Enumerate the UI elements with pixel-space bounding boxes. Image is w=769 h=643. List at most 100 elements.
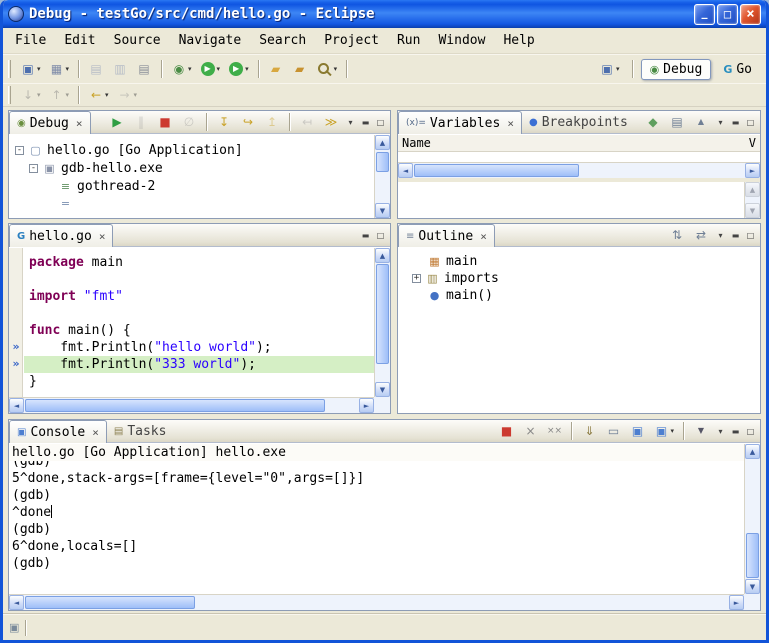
- scroll-left-button[interactable]: ◄: [9, 595, 24, 610]
- dropdown-arrow-icon[interactable]: ▾: [105, 91, 109, 99]
- scroll-thumb[interactable]: [25, 596, 195, 609]
- editor-ruler[interactable]: »»: [9, 248, 23, 397]
- dropdown-arrow-icon[interactable]: ▾: [37, 91, 41, 99]
- debug-vertical-scrollbar[interactable]: ▲ ▼: [374, 135, 390, 218]
- run-button[interactable]: ▶▾: [197, 58, 224, 80]
- close-icon[interactable]: ×: [480, 230, 487, 243]
- minimize-view-icon[interactable]: ▬: [358, 115, 373, 129]
- breakpoint-icon[interactable]: »: [9, 340, 23, 353]
- code-area[interactable]: package main import "fmt" func main() { …: [24, 248, 374, 397]
- tab-hello-go[interactable]: G hello.go ×: [9, 224, 113, 247]
- minimize-view-icon[interactable]: ▬: [728, 424, 743, 438]
- step-into-button[interactable]: ↧: [213, 111, 235, 133]
- maximize-view-icon[interactable]: □: [373, 228, 388, 242]
- dropdown-arrow-icon[interactable]: ▾: [66, 65, 70, 73]
- menu-edit[interactable]: Edit: [55, 31, 104, 50]
- terminate-button[interactable]: ■: [495, 420, 517, 442]
- scroll-down-button[interactable]: ▼: [375, 203, 390, 218]
- open-console-button[interactable]: ▣▾: [650, 420, 677, 442]
- link-with-editor-button[interactable]: ⇄: [690, 224, 712, 246]
- dropdown-arrow-icon[interactable]: ▾: [66, 91, 70, 99]
- tree-item[interactable]: ▦main: [406, 253, 760, 270]
- view-menu-icon[interactable]: ▾: [713, 115, 728, 129]
- back-button[interactable]: ←▾: [85, 84, 112, 106]
- run-last-tool-button[interactable]: ▶▾: [225, 58, 252, 80]
- perspective-debug-button[interactable]: ◉ Debug: [641, 59, 712, 80]
- toolbar-grip[interactable]: [8, 86, 11, 104]
- tree-item[interactable]: +▥imports: [406, 270, 760, 287]
- column-value-partial[interactable]: V: [749, 136, 756, 150]
- title-bar[interactable]: Debug - testGo/src/cmd/hello.go - Eclips…: [3, 0, 766, 28]
- scroll-up-button[interactable]: ▲: [745, 444, 760, 459]
- scroll-down-button[interactable]: ▼: [375, 382, 390, 397]
- pin-console-button[interactable]: ▼: [690, 420, 712, 442]
- tree-item[interactable]: ≡: [9, 195, 373, 205]
- remove-all-launches-button[interactable]: ××: [543, 420, 565, 442]
- tab-console[interactable]: ▣ Console ×: [9, 420, 107, 443]
- resume-button[interactable]: ▶: [106, 111, 128, 133]
- terminate-button[interactable]: ■: [154, 111, 176, 133]
- dropdown-arrow-icon[interactable]: ▾: [188, 65, 192, 73]
- fast-view-icon[interactable]: ▣: [9, 621, 19, 634]
- show-type-names-button[interactable]: ▤: [666, 111, 688, 133]
- scroll-thumb[interactable]: [376, 264, 389, 364]
- scroll-right-button[interactable]: ►: [745, 163, 760, 178]
- scroll-lock-button[interactable]: ⇓: [578, 420, 600, 442]
- column-name[interactable]: Name: [402, 136, 431, 150]
- minimize-button[interactable]: —: [694, 4, 715, 25]
- dropdown-arrow-icon[interactable]: ▾: [134, 91, 138, 99]
- console-horizontal-scrollbar[interactable]: ◄ ►: [9, 594, 744, 610]
- dropdown-arrow-icon[interactable]: ▾: [670, 427, 674, 435]
- debug-button[interactable]: ◉▾: [168, 58, 195, 80]
- menu-window[interactable]: Window: [429, 31, 494, 50]
- scroll-up-button[interactable]: ▲: [375, 135, 390, 150]
- scroll-up-button[interactable]: ▲: [375, 248, 390, 263]
- minimize-view-icon[interactable]: ▬: [728, 228, 743, 242]
- previous-annotation-button[interactable]: ↑▾: [46, 84, 73, 106]
- menu-file[interactable]: File: [6, 31, 55, 50]
- close-icon[interactable]: ×: [507, 117, 514, 130]
- tree-item[interactable]: -▢hello.go [Go Application]: [9, 141, 373, 159]
- save-button[interactable]: ▤: [85, 58, 107, 80]
- close-icon[interactable]: ×: [99, 230, 106, 243]
- drop-to-frame-button[interactable]: ↤: [296, 111, 318, 133]
- show-logical-structure-button[interactable]: ◆: [642, 111, 664, 133]
- tab-breakpoints[interactable]: ● Breakpoints: [522, 111, 635, 133]
- scroll-thumb[interactable]: [25, 399, 325, 412]
- search-button[interactable]: ▾: [313, 58, 341, 80]
- menu-help[interactable]: Help: [494, 31, 543, 50]
- minimize-view-icon[interactable]: ▬: [728, 115, 743, 129]
- dropdown-arrow-icon[interactable]: ▾: [217, 65, 221, 73]
- scroll-thumb[interactable]: [414, 164, 579, 177]
- open-wizard-button[interactable]: ▦▾: [46, 58, 73, 80]
- suspend-button[interactable]: ‖: [130, 111, 152, 133]
- collapse-expander-icon[interactable]: -: [29, 164, 38, 173]
- minimize-view-icon[interactable]: ▬: [358, 228, 373, 242]
- scroll-down-button[interactable]: ▼: [745, 203, 760, 218]
- forward-button[interactable]: →▾: [114, 84, 141, 106]
- dropdown-arrow-icon[interactable]: ▾: [245, 65, 249, 73]
- remove-launch-button[interactable]: ×: [519, 420, 541, 442]
- step-return-button[interactable]: ↥: [261, 111, 283, 133]
- scroll-left-button[interactable]: ◄: [398, 163, 413, 178]
- step-over-button[interactable]: ↪: [237, 111, 259, 133]
- expand-expander-icon[interactable]: +: [412, 274, 421, 283]
- close-icon[interactable]: ×: [76, 117, 83, 130]
- console-output[interactable]: (gdb) 5^done,stack-args=[frame={level="0…: [9, 461, 744, 594]
- print-button[interactable]: ▤: [133, 58, 155, 80]
- tree-item[interactable]: ●main(): [406, 287, 760, 304]
- maximize-view-icon[interactable]: □: [743, 115, 758, 129]
- menu-navigate[interactable]: Navigate: [170, 31, 251, 50]
- scroll-up-button[interactable]: ▲: [745, 182, 760, 197]
- open-perspective-button[interactable]: ▣▾: [596, 58, 623, 80]
- editor-vertical-scrollbar[interactable]: ▲ ▼: [374, 248, 390, 397]
- tree-item[interactable]: ≡gothread-2: [9, 177, 373, 195]
- display-selected-console-button[interactable]: ▣: [626, 420, 648, 442]
- clear-console-button[interactable]: ▭: [602, 420, 624, 442]
- scroll-right-button[interactable]: ►: [359, 398, 374, 413]
- menu-search[interactable]: Search: [250, 31, 315, 50]
- collapse-all-button[interactable]: ▲: [690, 111, 712, 133]
- next-annotation-button[interactable]: ↓▾: [17, 84, 44, 106]
- dropdown-arrow-icon[interactable]: ▾: [334, 65, 338, 73]
- menu-project[interactable]: Project: [315, 31, 388, 50]
